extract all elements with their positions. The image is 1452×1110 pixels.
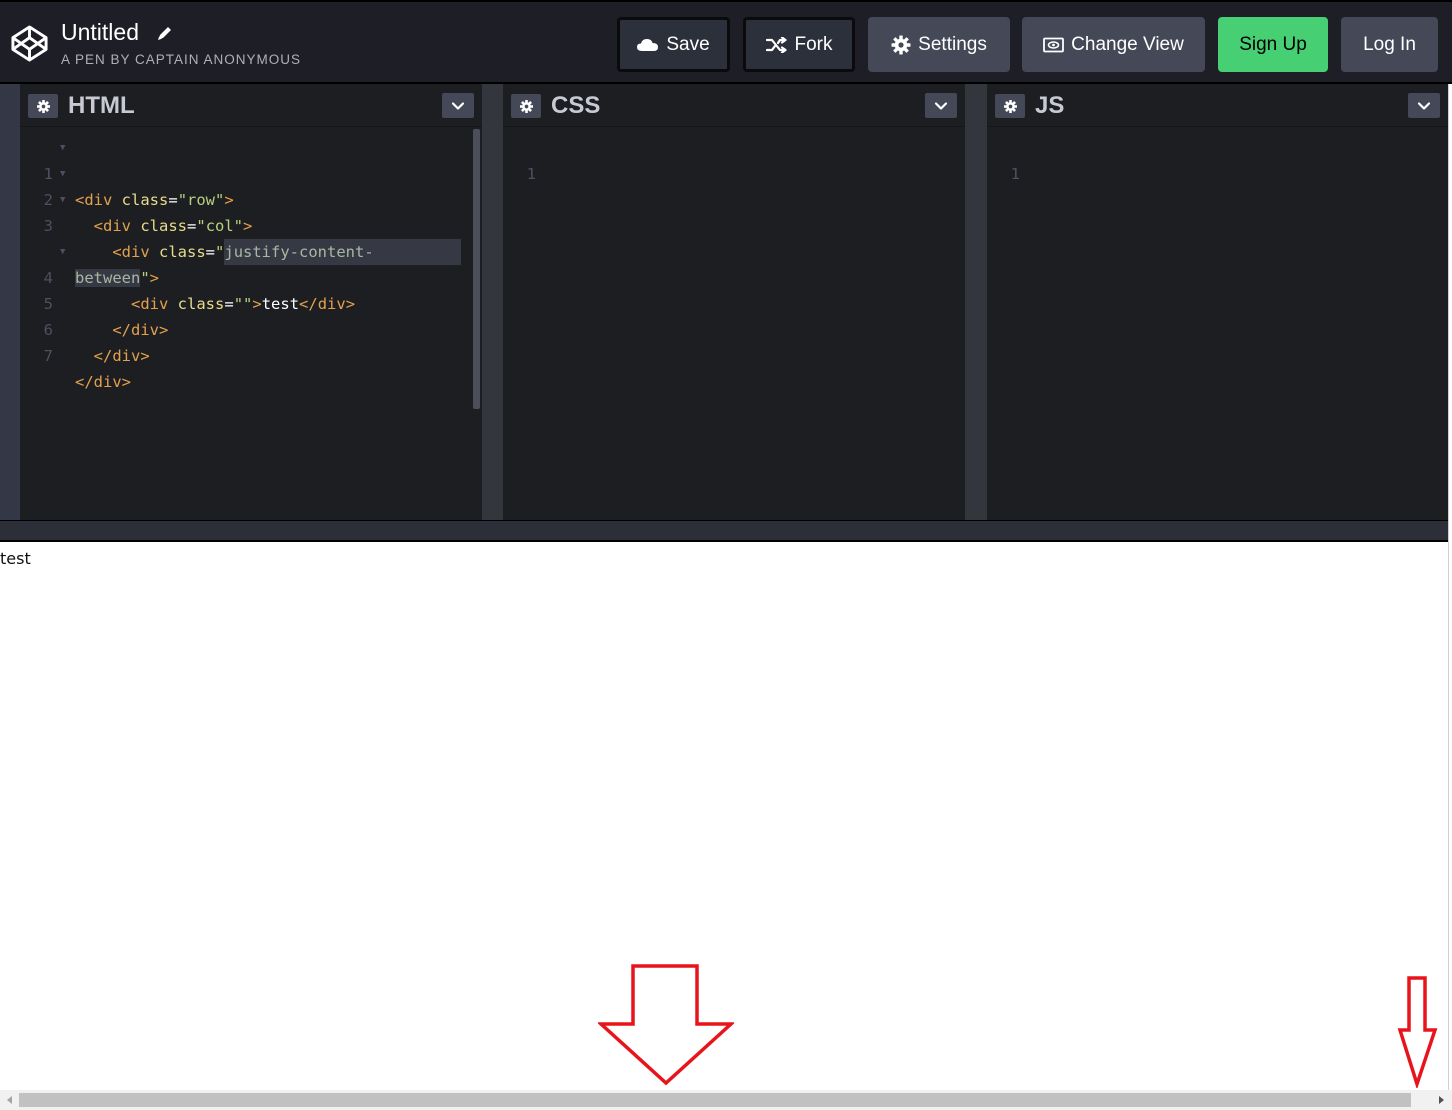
html-code-area[interactable]: 1 ▼ <div class="row"> 2 ▼ <div class="col"… [20,127,482,520]
pen-title[interactable]: Untitled [61,19,139,45]
change-view-label: Change View [1071,33,1184,55]
line-number: 1 [526,165,536,183]
editors-area: HTML 1 ▼ <div class="row"> 2 ▼ <div class=… [0,84,1452,520]
preview-resizer[interactable] [0,520,1452,542]
css-collapse-button[interactable] [925,93,957,118]
gear-icon [1003,99,1017,113]
sign-up-label: Sign Up [1239,33,1307,55]
code-line: 1 [987,135,1438,183]
preview-output-text: test [0,549,31,568]
scroll-right-arrow-icon[interactable] [1435,1094,1447,1106]
annotation-arrow-down-icon [1397,976,1438,1088]
change-view-icon [1043,37,1065,52]
result-preview: test [0,542,1448,1090]
pencil-icon[interactable] [156,24,174,42]
settings-label: Settings [918,33,987,55]
code-line-wrapped: between"> [20,213,472,287]
fork-button[interactable]: Fork [743,17,855,72]
code-line: 7 </div> [20,317,472,391]
code-line: 6 </div> [20,291,472,365]
js-editor-title: JS [1035,92,1065,119]
js-editor-header: JS [987,84,1448,127]
fold-arrow-icon[interactable]: ▼ [60,135,65,161]
js-code[interactable]: 1 [987,135,1438,183]
html-collapse-button[interactable] [442,93,474,118]
code-line-active: 3 ▼ <div class="justify-content- [20,187,472,265]
horizontal-scrollbar[interactable] [0,1090,1452,1110]
chevron-down-icon [934,101,948,110]
annotation-arrow-down-icon [598,964,734,1086]
css-editor-title: CSS [551,92,601,119]
code-line: 1 [503,135,955,183]
js-settings-button[interactable] [995,94,1025,118]
css-editor-pane: CSS 1 [503,84,965,520]
scroll-left-arrow-icon[interactable] [4,1094,16,1106]
codepen-logo-icon[interactable] [10,24,49,63]
fork-label: Fork [794,33,833,55]
css-code-area[interactable]: 1 [503,127,965,520]
fold-arrow-icon[interactable]: ▼ [60,187,65,213]
css-settings-button[interactable] [511,94,541,118]
cloud-icon [637,38,659,51]
code-text: </div> [75,373,131,391]
pane-resizer[interactable] [965,84,987,520]
chevron-down-icon [451,101,465,110]
fold-arrow-icon[interactable]: ▼ [60,239,65,265]
window-right-edge [1448,84,1452,1110]
js-code-area[interactable]: 1 [987,127,1448,520]
code-line: 5 </div> [20,265,472,339]
gear-icon [36,99,50,113]
code-line: 4 ▼ <div class="">test</div> [20,239,472,313]
pane-resizer[interactable] [482,84,503,520]
change-view-button[interactable]: Change View [1022,17,1205,72]
html-editor-header: HTML [20,84,482,127]
fork-icon [765,36,787,53]
top-header: Untitled A PEN BY CAPTAIN ANONYMOUS Save… [0,0,1452,84]
fold-arrow-icon[interactable]: ▼ [60,161,65,187]
save-button[interactable]: Save [617,17,730,72]
html-editor-scrollbar[interactable] [473,129,480,409]
gear-icon [519,99,533,113]
save-label: Save [666,33,710,55]
line-number: 1 [1010,165,1020,183]
js-collapse-button[interactable] [1408,93,1440,118]
code-line: 2 ▼ <div class="col"> [20,161,472,235]
gear-icon [891,35,911,54]
log-in-button[interactable]: Log In [1341,17,1438,72]
log-in-label: Log In [1363,33,1416,55]
left-edge [0,84,20,520]
html-editor-pane: HTML 1 ▼ <div class="row"> 2 ▼ <div class=… [20,84,482,520]
chevron-down-icon [1417,101,1431,110]
css-code[interactable]: 1 [503,135,955,183]
css-editor-header: CSS [503,84,965,127]
code-line: 1 ▼ <div class="row"> [20,135,472,209]
html-code[interactable]: 1 ▼ <div class="row"> 2 ▼ <div class="col"… [20,135,472,391]
html-settings-button[interactable] [28,94,58,118]
horizontal-scrollbar-thumb[interactable] [19,1093,1411,1107]
sign-up-button[interactable]: Sign Up [1218,17,1328,72]
settings-button[interactable]: Settings [868,17,1010,72]
pen-author: A PEN BY CAPTAIN ANONYMOUS [61,52,302,67]
line-number: 7 [43,347,53,365]
js-editor-pane: JS 1 [987,84,1448,520]
html-editor-title: HTML [68,92,135,119]
